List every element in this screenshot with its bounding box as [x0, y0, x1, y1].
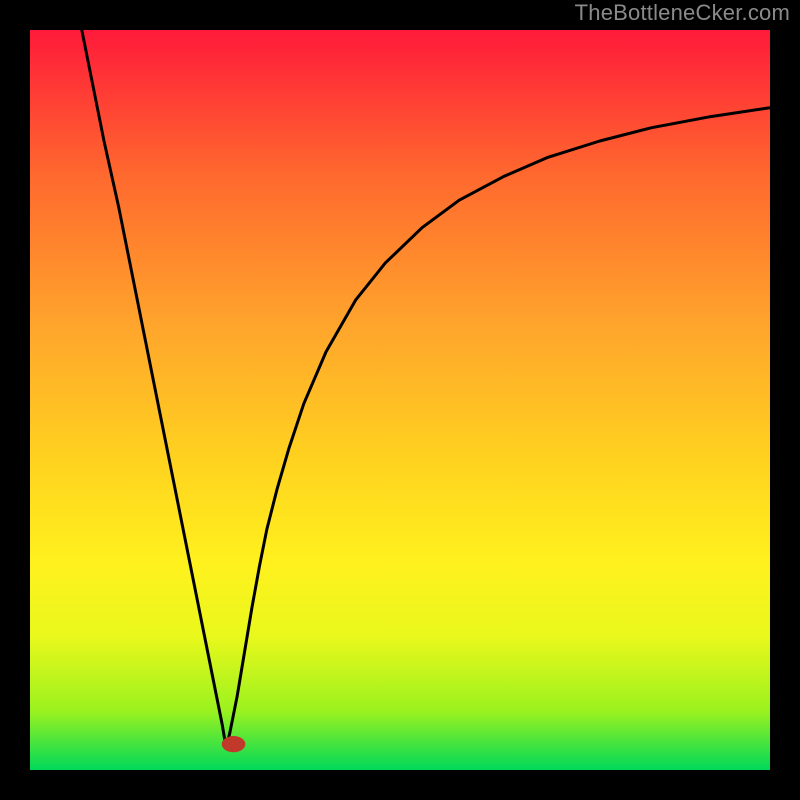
marker-layer	[222, 736, 246, 752]
watermark-text: TheBottleneCker.com	[575, 0, 790, 26]
plot-background	[30, 30, 770, 770]
chart-stage: TheBottleneCker.com	[0, 0, 800, 800]
bottleneck-plot	[30, 30, 770, 770]
bottleneck-marker	[222, 736, 246, 752]
